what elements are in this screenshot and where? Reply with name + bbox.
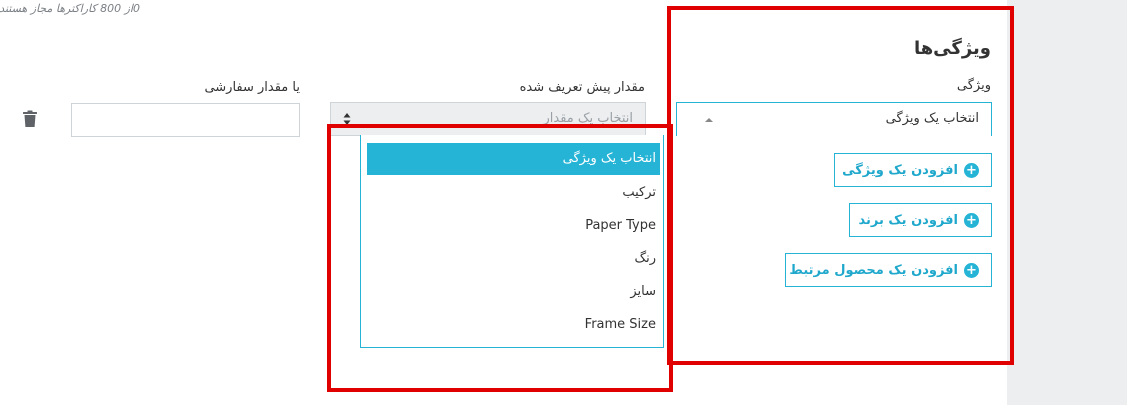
plus-circle-icon: + [964,162,979,178]
dropdown-option[interactable]: رنگ [367,243,660,275]
attributes-title: ویژگی‌ها [913,38,991,59]
add-attribute-label: افزودن یک ویژگی [842,162,958,178]
plus-circle-icon: + [964,262,979,278]
preset-value-select[interactable]: انتخاب یک مقدار [330,102,646,136]
caret-up-icon [705,118,713,122]
add-attribute-button[interactable]: + افزودن یک ویژگی [834,153,992,187]
dropdown-option[interactable]: ترکیب [367,177,660,209]
dropdown-option[interactable]: Frame Size [367,309,660,341]
char-count-hint: 0از 800 کاراکترها مجاز هستند [0,2,140,15]
plus-circle-icon: + [964,212,979,228]
add-related-product-label: افزودن یک محصول مرتبط [789,262,958,278]
preset-value-placeholder: انتخاب یک مقدار [543,111,633,126]
attribute-dropdown-list: انتخاب یک ویژگی ترکیب Paper Type رنگ سای… [360,135,664,348]
preset-value-label: مقدار پیش تعریف شده [519,80,645,95]
right-side-panel [1007,0,1127,405]
add-brand-label: افزودن یک برند [858,212,958,228]
attribute-label: ویژگی [956,78,991,93]
attribute-select-value: انتخاب یک ویژگی [885,111,979,126]
add-brand-button[interactable]: + افزودن یک برند [849,203,992,237]
custom-value-input[interactable] [71,103,300,137]
dropdown-option[interactable]: انتخاب یک ویژگی [367,143,660,175]
dropdown-option[interactable]: Paper Type [367,210,660,242]
trash-icon[interactable] [22,110,38,128]
sort-arrows-icon [343,113,351,125]
add-related-product-button[interactable]: + افزودن یک محصول مرتبط [785,253,992,287]
attribute-select[interactable]: انتخاب یک ویژگی [676,102,992,136]
dropdown-option[interactable]: سایز [367,276,660,308]
custom-value-label: یا مقدار سفارشی [204,80,300,95]
